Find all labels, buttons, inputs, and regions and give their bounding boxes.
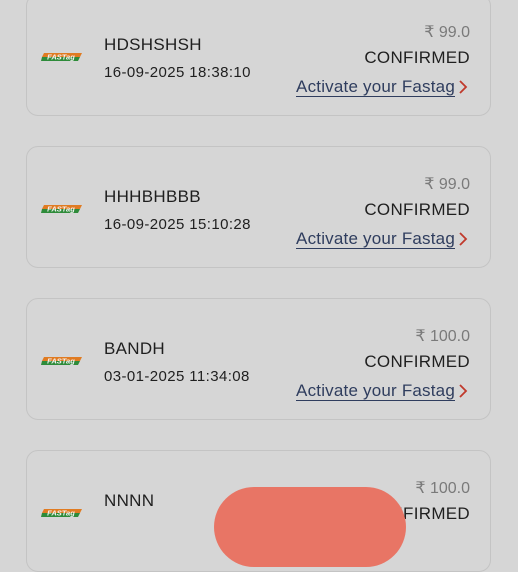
fastag-logo-icon: FASTag xyxy=(41,51,83,63)
chevron-right-icon xyxy=(459,232,468,246)
customer-name: BANDH xyxy=(104,339,166,358)
order-datetime: 16-09-2025 18:38:10 xyxy=(104,64,251,81)
order-card[interactable]: FASTag HHHBHBBB 16-09-2025 15:10:28 ₹ 99… xyxy=(26,146,491,268)
activate-fastag-label: Activate your Fastag xyxy=(296,381,455,401)
activate-fastag-link[interactable]: Activate your Fastag xyxy=(296,76,468,98)
activate-fastag-label: Activate your Fastag xyxy=(296,229,455,249)
chevron-right-icon xyxy=(459,80,468,94)
svg-text:FASTag: FASTag xyxy=(47,357,75,366)
order-card[interactable]: FASTag BANDH 03-01-2025 11:34:08 ₹ 100.0… xyxy=(26,298,491,420)
chevron-right-icon xyxy=(459,384,468,398)
fastag-logo-icon: FASTag xyxy=(41,355,83,367)
order-amount: ₹ 99.0 xyxy=(424,176,470,193)
order-amount: ₹ 99.0 xyxy=(424,24,470,41)
svg-text:FASTag: FASTag xyxy=(47,509,75,518)
customer-name: NNNN xyxy=(104,491,155,510)
order-status: CONFIRMED xyxy=(364,200,470,219)
svg-text:FASTag: FASTag xyxy=(47,53,75,62)
order-card[interactable]: FASTag HDSHSHSH 16-09-2025 18:38:10 ₹ 99… xyxy=(26,0,491,116)
order-datetime: 16-09-2025 15:10:28 xyxy=(104,216,251,233)
order-list: FASTag HDSHSHSH 16-09-2025 18:38:10 ₹ 99… xyxy=(0,0,518,572)
customer-name: HDSHSHSH xyxy=(104,35,202,54)
floating-action-button[interactable] xyxy=(214,487,406,567)
fastag-logo-icon: FASTag xyxy=(41,203,83,215)
order-status: CONFIRMED xyxy=(364,48,470,67)
svg-text:FASTag: FASTag xyxy=(47,205,75,214)
fastag-logo-icon: FASTag xyxy=(41,507,83,519)
order-amount: ₹ 100.0 xyxy=(415,480,470,497)
activate-fastag-label: Activate your Fastag xyxy=(296,77,455,97)
customer-name: HHHBHBBB xyxy=(104,187,201,206)
activate-fastag-link[interactable]: Activate your Fastag xyxy=(296,228,468,250)
order-datetime: 03-01-2025 11:34:08 xyxy=(104,368,250,385)
order-amount: ₹ 100.0 xyxy=(415,328,470,345)
activate-fastag-link[interactable]: Activate your Fastag xyxy=(296,380,468,402)
order-status: CONFIRMED xyxy=(364,352,470,371)
